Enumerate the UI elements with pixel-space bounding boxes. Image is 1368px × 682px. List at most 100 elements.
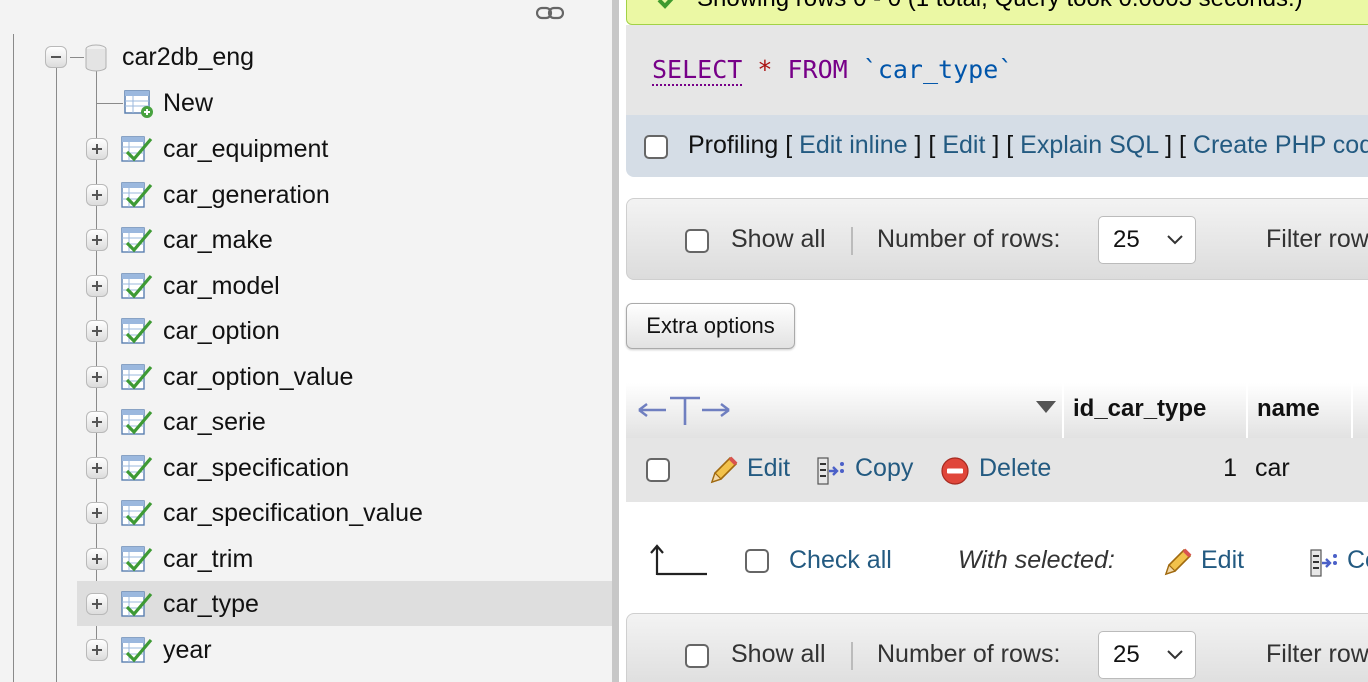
table-icon[interactable] xyxy=(121,272,153,300)
check-all-arrow-icon xyxy=(650,544,707,576)
table-link-car-make[interactable]: car_make xyxy=(163,225,273,255)
row-checkbox[interactable] xyxy=(646,458,670,482)
number-of-rows-value: 25 xyxy=(1113,226,1140,253)
expand-table-button[interactable] xyxy=(86,411,108,433)
chevron-down-icon xyxy=(1167,650,1183,660)
expand-table-button[interactable] xyxy=(86,229,108,251)
cell-id-car-type[interactable]: 1 xyxy=(1207,454,1237,483)
table-link-car-equipment[interactable]: car_equipment xyxy=(163,134,328,164)
column-divider xyxy=(1246,383,1248,438)
table-link-car-option-value[interactable]: car_option_value xyxy=(163,362,353,392)
chevron-down-icon xyxy=(1167,235,1183,245)
check-all-link[interactable]: Check all xyxy=(789,546,892,575)
cell-name[interactable]: car xyxy=(1255,454,1290,483)
show-all-label[interactable]: Show all xyxy=(731,640,826,669)
expand-table-button[interactable] xyxy=(86,639,108,661)
table-link-car-type[interactable]: car_type xyxy=(163,589,259,619)
table-icon[interactable] xyxy=(121,499,153,527)
row-delete-link[interactable]: Delete xyxy=(979,454,1051,483)
expand-table-button[interactable] xyxy=(86,548,108,570)
show-all-checkbox[interactable] xyxy=(685,229,709,253)
table-icon[interactable] xyxy=(121,545,153,573)
collapse-database-button[interactable] xyxy=(45,46,67,68)
table-navigation-top: Show all Number of rows: 25 Filter rows: xyxy=(626,198,1368,280)
table-icon[interactable] xyxy=(121,135,153,163)
delete-icon[interactable] xyxy=(940,456,970,486)
panel-splitter[interactable] xyxy=(612,0,619,682)
column-header-id-car-type[interactable]: id_car_type xyxy=(1073,395,1206,423)
table-icon[interactable] xyxy=(121,636,153,664)
selected-table-highlight xyxy=(77,581,612,626)
column-header-name[interactable]: name xyxy=(1257,395,1320,423)
check-icon xyxy=(657,0,674,9)
column-divider xyxy=(1351,383,1353,438)
create-php-code-link[interactable]: Create PHP code xyxy=(1193,131,1368,159)
expand-table-button[interactable] xyxy=(86,366,108,388)
table-icon[interactable] xyxy=(121,363,153,391)
new-table-icon xyxy=(124,90,153,118)
bulk-edit-link[interactable]: Edit xyxy=(1201,546,1244,575)
extra-options-button[interactable]: Extra options xyxy=(626,303,795,349)
separator xyxy=(851,642,853,670)
check-all-checkbox[interactable] xyxy=(745,549,769,573)
column-resize-arrows-icon[interactable] xyxy=(636,395,732,427)
table-link-year[interactable]: year xyxy=(163,635,212,665)
profiling-links: Profiling [ Edit inline ] [ Edit ] [ Exp… xyxy=(688,131,1368,160)
sql-keyword-select[interactable]: SELECT xyxy=(652,55,743,86)
table-icon[interactable] xyxy=(121,181,153,209)
tree-line xyxy=(13,34,14,682)
copy-icon[interactable] xyxy=(815,456,847,486)
profiling-bar: Profiling [ Edit inline ] [ Edit ] [ Exp… xyxy=(626,115,1368,177)
expand-table-button[interactable] xyxy=(86,320,108,342)
table-icon[interactable] xyxy=(121,408,153,436)
database-icon xyxy=(85,44,107,72)
status-text: Showing rows 0 - 0 (1 total, Query took … xyxy=(697,0,1303,12)
results-table-header: id_car_type name xyxy=(626,383,1368,438)
number-of-rows-value: 25 xyxy=(1113,641,1140,668)
tree-line xyxy=(56,68,57,682)
explain-sql-link[interactable]: Explain SQL xyxy=(1020,131,1158,159)
table-link-car-model[interactable]: car_model xyxy=(163,271,280,301)
pencil-icon[interactable] xyxy=(706,454,740,488)
new-table-link[interactable]: New xyxy=(163,88,213,118)
table-link-car-specification-value[interactable]: car_specification_value xyxy=(163,498,423,528)
expand-table-button[interactable] xyxy=(86,184,108,206)
number-of-rows-select[interactable]: 25 xyxy=(1098,631,1196,679)
query-result-panel: Showing rows 0 - 0 (1 total, Query took … xyxy=(619,0,1368,682)
edit-query-link[interactable]: Edit xyxy=(942,131,985,159)
row-copy-link[interactable]: Copy xyxy=(855,454,913,483)
edit-inline-link[interactable]: Edit inline xyxy=(799,131,907,159)
profiling-checkbox[interactable] xyxy=(644,135,668,159)
copy-icon[interactable] xyxy=(1308,548,1340,578)
pencil-icon[interactable] xyxy=(1160,546,1194,580)
bulk-copy-link[interactable]: Copy xyxy=(1347,546,1368,575)
table-link-car-specification[interactable]: car_specification xyxy=(163,453,349,483)
table-icon[interactable] xyxy=(121,226,153,254)
table-link-car-trim[interactable]: car_trim xyxy=(163,544,253,574)
expand-table-button[interactable] xyxy=(86,502,108,524)
filter-rows-label: Filter rows: xyxy=(1266,225,1368,253)
expand-table-button[interactable] xyxy=(86,275,108,297)
link-icon[interactable] xyxy=(536,5,564,21)
table-link-car-option[interactable]: car_option xyxy=(163,316,280,346)
sort-triangle-icon[interactable] xyxy=(1035,400,1057,414)
database-name[interactable]: car2db_eng xyxy=(122,42,254,72)
table-link-car-generation[interactable]: car_generation xyxy=(163,180,330,210)
show-all-label[interactable]: Show all xyxy=(731,225,826,254)
table-link-car-serie[interactable]: car_serie xyxy=(163,407,266,437)
expand-table-button[interactable] xyxy=(86,457,108,479)
table-icon[interactable] xyxy=(121,590,153,618)
expand-table-button[interactable] xyxy=(86,138,108,160)
expand-table-button[interactable] xyxy=(86,593,108,615)
tree-line xyxy=(97,103,123,104)
tree-line xyxy=(70,57,84,58)
column-divider xyxy=(1062,383,1064,438)
number-of-rows-select[interactable]: 25 xyxy=(1098,216,1196,264)
table-icon[interactable] xyxy=(121,317,153,345)
filter-rows-label: Filter rows: xyxy=(1266,640,1368,668)
sql-star: * xyxy=(757,55,773,84)
show-all-checkbox[interactable] xyxy=(685,644,709,668)
table-icon[interactable] xyxy=(121,454,153,482)
with-selected-label: With selected: xyxy=(958,546,1115,574)
row-edit-link[interactable]: Edit xyxy=(747,454,790,483)
